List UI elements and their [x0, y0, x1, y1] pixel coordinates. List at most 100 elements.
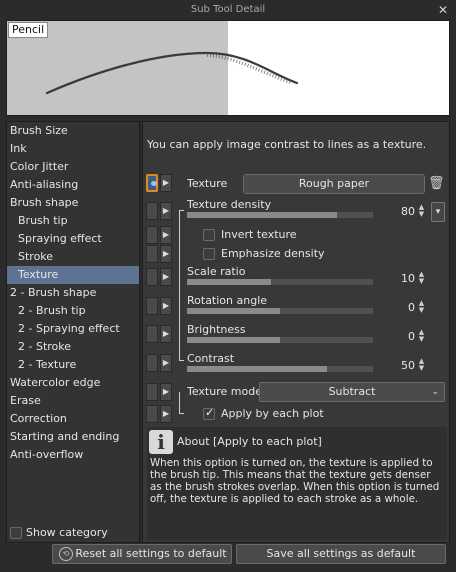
rotation-visibility-toggle[interactable] — [146, 297, 158, 315]
mode-bracket — [179, 392, 180, 414]
reset-all-label: Reset all settings to default — [75, 547, 227, 560]
title-bar: Sub Tool Detail ✕ — [0, 0, 456, 20]
category-watercolor-edge[interactable]: Watercolor edge — [7, 374, 139, 392]
window-title: Sub Tool Detail — [190, 4, 266, 15]
settings-bracket — [179, 210, 180, 360]
texture-picker[interactable]: Rough paper — [243, 174, 425, 194]
contrast-slider[interactable] — [187, 366, 373, 372]
emphasize-density-option[interactable]: Emphasize density — [203, 247, 325, 260]
category-stroke[interactable]: Stroke — [7, 248, 139, 266]
close-icon[interactable]: ✕ — [438, 0, 448, 20]
category-2-texture[interactable]: 2 - Texture — [7, 356, 139, 374]
rotation-spin-icon[interactable]: ▲ ▼ — [417, 300, 426, 314]
category-2-spraying-effect[interactable]: 2 - Spraying effect — [7, 320, 139, 338]
invert-texture-checkbox[interactable] — [203, 228, 215, 241]
category-brush-shape[interactable]: Brush shape — [7, 194, 139, 212]
invert-visibility-toggle[interactable] — [146, 226, 158, 244]
category-texture[interactable]: Texture — [7, 266, 139, 284]
mode-visibility-toggle[interactable] — [146, 383, 158, 401]
info-icon: i — [149, 430, 173, 454]
texture-mode-select[interactable]: Subtract ⌄ — [259, 382, 445, 402]
contrast-visibility-toggle[interactable] — [146, 354, 158, 372]
save-all-label: Save all settings as default — [266, 547, 416, 560]
mode-bracket-tick — [179, 413, 184, 414]
brightness-visibility-toggle[interactable] — [146, 325, 158, 343]
texture-expand-arrow[interactable]: ▶ — [160, 174, 172, 192]
apply-by-each-plot-checkbox[interactable] — [203, 406, 215, 420]
about-body: When this option is turned on, the textu… — [150, 457, 440, 505]
category-2-brush-shape[interactable]: 2 - Brush shape — [7, 284, 139, 302]
chevron-down-icon: ⌄ — [431, 387, 439, 397]
apply-expand-arrow[interactable]: ▶ — [160, 405, 172, 423]
contrast-label: Contrast — [187, 352, 235, 365]
show-category-label: Show category — [26, 526, 108, 539]
texture-label: Texture — [187, 177, 228, 190]
category-list: Brush Size Ink Color Jitter Anti-aliasin… — [6, 121, 140, 543]
trash-icon[interactable]: 🗑 — [428, 176, 445, 192]
category-correction[interactable]: Correction — [7, 410, 139, 428]
texture-density-value: 80 — [401, 205, 415, 218]
show-category-checkbox[interactable] — [10, 526, 22, 539]
save-all-button[interactable]: Save all settings as default — [236, 544, 446, 564]
invert-expand-arrow[interactable]: ▶ — [160, 226, 172, 244]
contrast-expand-arrow[interactable]: ▶ — [160, 354, 172, 372]
brightness-expand-arrow[interactable]: ▶ — [160, 325, 172, 343]
category-anti-aliasing[interactable]: Anti-aliasing — [7, 176, 139, 194]
scale-visibility-toggle[interactable] — [146, 268, 158, 286]
emphasize-density-label: Emphasize density — [221, 247, 325, 260]
bracket-bottom-tick — [179, 360, 184, 361]
brightness-slider[interactable] — [187, 337, 373, 343]
about-help-box: i About [Apply to each plot] When this o… — [147, 427, 447, 540]
reset-all-button[interactable]: ⟲ Reset all settings to default — [52, 544, 232, 564]
density-visibility-toggle[interactable] — [146, 202, 158, 220]
brightness-spin-icon[interactable]: ▲ ▼ — [417, 329, 426, 343]
preview-tool-name: Pencil — [8, 22, 49, 38]
rotation-angle-value: 0 — [408, 301, 415, 314]
texture-density-slider[interactable] — [187, 212, 373, 218]
preview-stroke — [45, 51, 299, 95]
category-erase[interactable]: Erase — [7, 392, 139, 410]
density-expand-arrow[interactable]: ▶ — [160, 202, 172, 220]
category-anti-overflow[interactable]: Anti-overflow — [7, 446, 139, 464]
rotation-angle-slider[interactable] — [187, 308, 373, 314]
about-title: About [Apply to each plot] — [177, 435, 322, 448]
category-ink[interactable]: Ink — [7, 140, 139, 158]
reset-icon: ⟲ — [59, 547, 73, 561]
scale-expand-arrow[interactable]: ▶ — [160, 268, 172, 286]
stroke-preview: Pencil — [6, 20, 450, 116]
emphasize-density-checkbox[interactable] — [203, 247, 215, 260]
pressure-dropdown-icon[interactable]: ▾ — [431, 202, 445, 222]
scale-spin-icon[interactable]: ▲ ▼ — [417, 271, 426, 285]
texture-visibility-toggle[interactable] — [146, 174, 158, 192]
texture-mode-value: Subtract — [328, 385, 376, 398]
density-spin-icon[interactable]: ▲ ▼ — [417, 204, 426, 218]
rotation-expand-arrow[interactable]: ▶ — [160, 297, 172, 315]
apply-by-each-plot-option[interactable]: Apply by each plot — [203, 406, 324, 420]
category-brush-size[interactable]: Brush Size — [7, 122, 139, 140]
bracket-top-tick — [179, 210, 184, 211]
texture-density-label: Texture density — [187, 198, 272, 211]
category-brush-tip[interactable]: Brush tip — [7, 212, 139, 230]
category-color-jitter[interactable]: Color Jitter — [7, 158, 139, 176]
invert-texture-label: Invert texture — [221, 228, 297, 241]
scale-ratio-label: Scale ratio — [187, 265, 246, 278]
brightness-label: Brightness — [187, 323, 246, 336]
show-category-toggle[interactable]: Show category — [10, 526, 108, 539]
category-spraying-effect[interactable]: Spraying effect — [7, 230, 139, 248]
category-starting-and-ending[interactable]: Starting and ending — [7, 428, 139, 446]
contrast-value: 50 — [401, 359, 415, 372]
panel-description: You can apply image contrast to lines as… — [147, 138, 427, 151]
scale-ratio-slider[interactable] — [187, 279, 373, 285]
apply-visibility-toggle[interactable] — [146, 405, 158, 423]
emphasize-visibility-toggle[interactable] — [146, 245, 158, 263]
settings-panel: You can apply image contrast to lines as… — [142, 121, 450, 543]
category-2-brush-tip[interactable]: 2 - Brush tip — [7, 302, 139, 320]
invert-texture-option[interactable]: Invert texture — [203, 228, 297, 241]
contrast-spin-icon[interactable]: ▲ ▼ — [417, 358, 426, 372]
rotation-angle-label: Rotation angle — [187, 294, 268, 307]
mode-expand-arrow[interactable]: ▶ — [160, 383, 172, 401]
category-2-stroke[interactable]: 2 - Stroke — [7, 338, 139, 356]
texture-mode-label: Texture mode — [187, 385, 262, 398]
emphasize-expand-arrow[interactable]: ▶ — [160, 245, 172, 263]
apply-by-each-plot-label: Apply by each plot — [221, 407, 324, 420]
